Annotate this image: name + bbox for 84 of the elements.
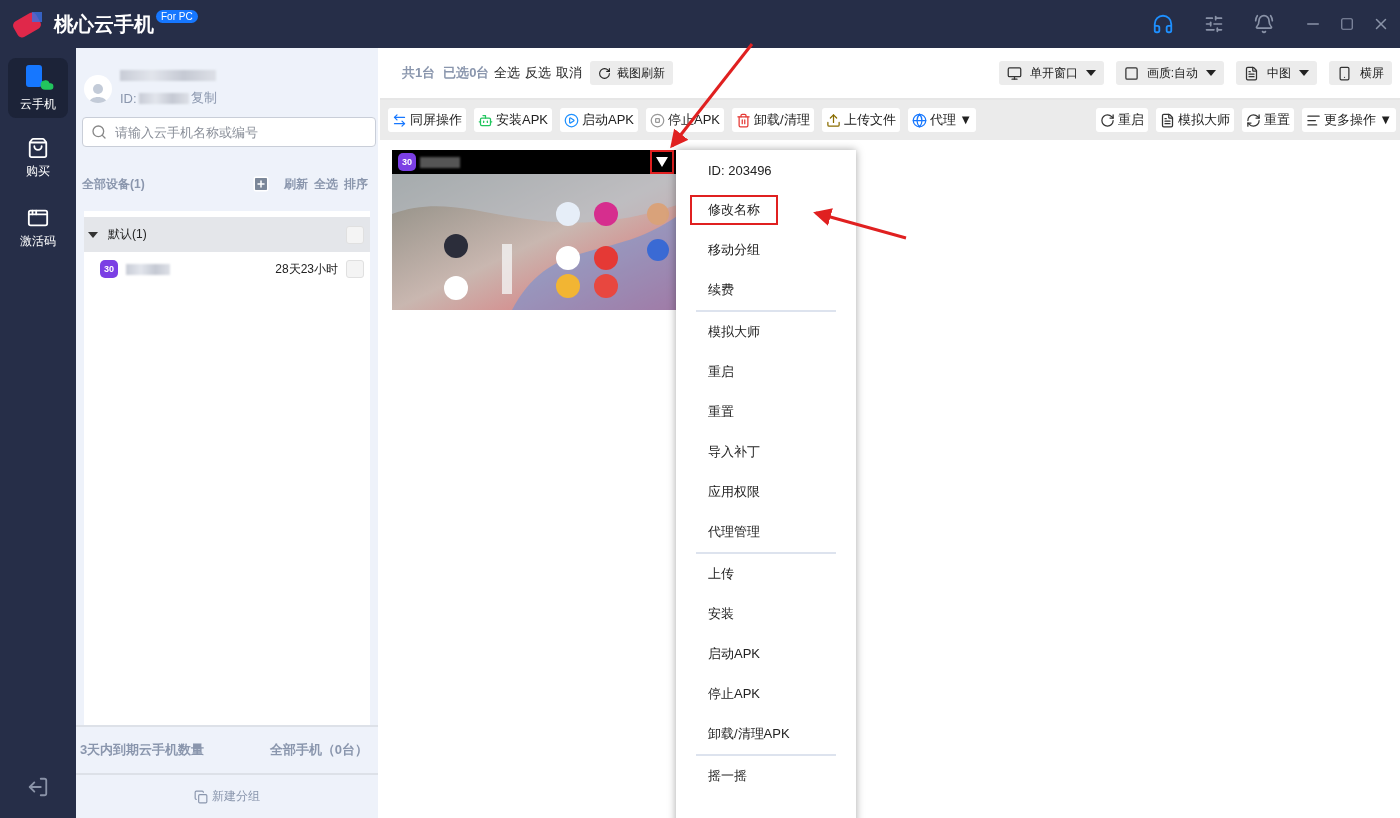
caret-icon [1206,70,1216,76]
toolbar-button[interactable]: 重置 [1241,108,1294,132]
nav-item[interactable]: 激活码 [8,198,68,258]
group-row[interactable]: 默认(1) [84,217,370,252]
view-option-button[interactable]: 横屏 [1329,61,1392,85]
menu-item[interactable]: 安装 [690,599,752,629]
view-option-button[interactable]: 画质:自动 [1115,61,1224,85]
menu-item[interactable]: 续费 [690,275,752,305]
upload-icon [825,112,841,128]
headset-icon[interactable] [1152,13,1174,35]
settings-icon[interactable] [1204,14,1224,34]
menu-item[interactable]: 重置 [690,397,752,427]
caret-icon [656,157,668,167]
all-phones-count: 全部手机（0台） [269,741,368,759]
menu-item[interactable]: 摇一摇 [690,761,765,791]
android-icon [478,112,493,128]
remaining-time: 28天23小时 [275,260,338,278]
menu-item[interactable]: 应用权限 [690,477,778,507]
app-title: 桃心云手机 [54,11,154,37]
notice-icon[interactable] [1254,14,1274,34]
selected-count: 已选0台 [443,64,490,82]
menu-item[interactable]: 停止APK [690,679,778,709]
nav-item[interactable]: 云手机 [8,58,68,118]
nav-item[interactable]: 购买 [8,128,68,188]
blurred-device-name [126,263,170,275]
view-option-button[interactable]: 中图 [1236,61,1317,85]
screenshot-refresh-button[interactable]: 截图刷新 [590,61,674,85]
reset-icon [1245,112,1261,128]
caret-icon [88,231,98,238]
lines-icon [1305,112,1321,128]
selection-link[interactable]: 反选 [525,64,552,82]
id-label: ID: [120,90,137,106]
search-icon [91,124,107,140]
toolbar-button[interactable]: 代理 ▼ [907,108,977,132]
toolbar-button[interactable]: 更多操作 ▼ [1301,108,1396,132]
device-badge: 30 [100,260,118,278]
blurred-phone-name [420,156,460,168]
maximize-icon[interactable] [1340,17,1354,31]
caret-icon [1085,70,1096,76]
globe-icon [911,112,927,128]
selection-link[interactable]: 全选 [494,64,521,82]
edition-badge: For PC [156,10,198,23]
add-group-icon[interactable] [252,175,270,193]
group-label: 默认(1) [108,226,148,243]
blurred-id [138,92,189,104]
trash-icon [736,112,752,128]
window-icon [1006,65,1022,81]
checkbox[interactable] [346,260,364,278]
menu-item[interactable]: 模拟大师 [690,317,778,347]
toolbar-button[interactable]: 重启 [1095,108,1148,132]
search-box[interactable]: 请输入云手机名称或编号 [82,117,376,147]
toolbar-button[interactable]: 上传文件 [821,108,900,132]
expiring-count: 3天内到期云手机数量 [80,741,205,759]
selection-link[interactable]: 取消 [556,64,583,82]
devices-title: 全部设备(1) [82,175,146,193]
menu-item[interactable]: 修改名称 [690,195,778,225]
copy-icon [194,789,208,804]
logout-icon[interactable] [27,776,49,798]
menu-item[interactable]: 重启 [690,357,752,387]
menu-item[interactable]: 上传 [690,559,752,589]
menu-item[interactable]: 启动APK [690,639,778,669]
toolbar-button[interactable]: 安装APK [474,108,552,132]
avatar [84,74,112,103]
stop-icon [650,112,666,128]
view-option-button[interactable]: 单开窗口 [998,61,1104,85]
refresh-icon [598,66,612,80]
menu-item[interactable]: 卸载/清理APK [690,719,808,749]
toolbar-button[interactable]: 同屏操作 [388,108,466,132]
caret-icon [1299,70,1309,76]
menu-item[interactable]: ID: 203496 [690,156,790,184]
sync-icon [392,112,407,128]
phone-badge: 30 [398,153,416,171]
toolbar-button[interactable]: 启动APK [560,108,639,132]
menu-item[interactable]: 导入补丁 [690,437,778,467]
shopping-bag-icon [27,136,49,159]
play-icon [564,112,579,128]
toolbar-button[interactable]: 卸载/清理 [732,108,814,132]
menu-item[interactable]: 代理管理 [690,517,778,547]
total-count: 共1台 [402,64,436,82]
device-row[interactable]: 30 28天23小时 [84,252,370,286]
toolbar-button[interactable]: 模拟大师 [1155,108,1234,132]
dropdown-toggle[interactable] [650,150,674,174]
menu-item[interactable]: 移动分组 [690,235,778,265]
restart-icon [1099,112,1115,128]
